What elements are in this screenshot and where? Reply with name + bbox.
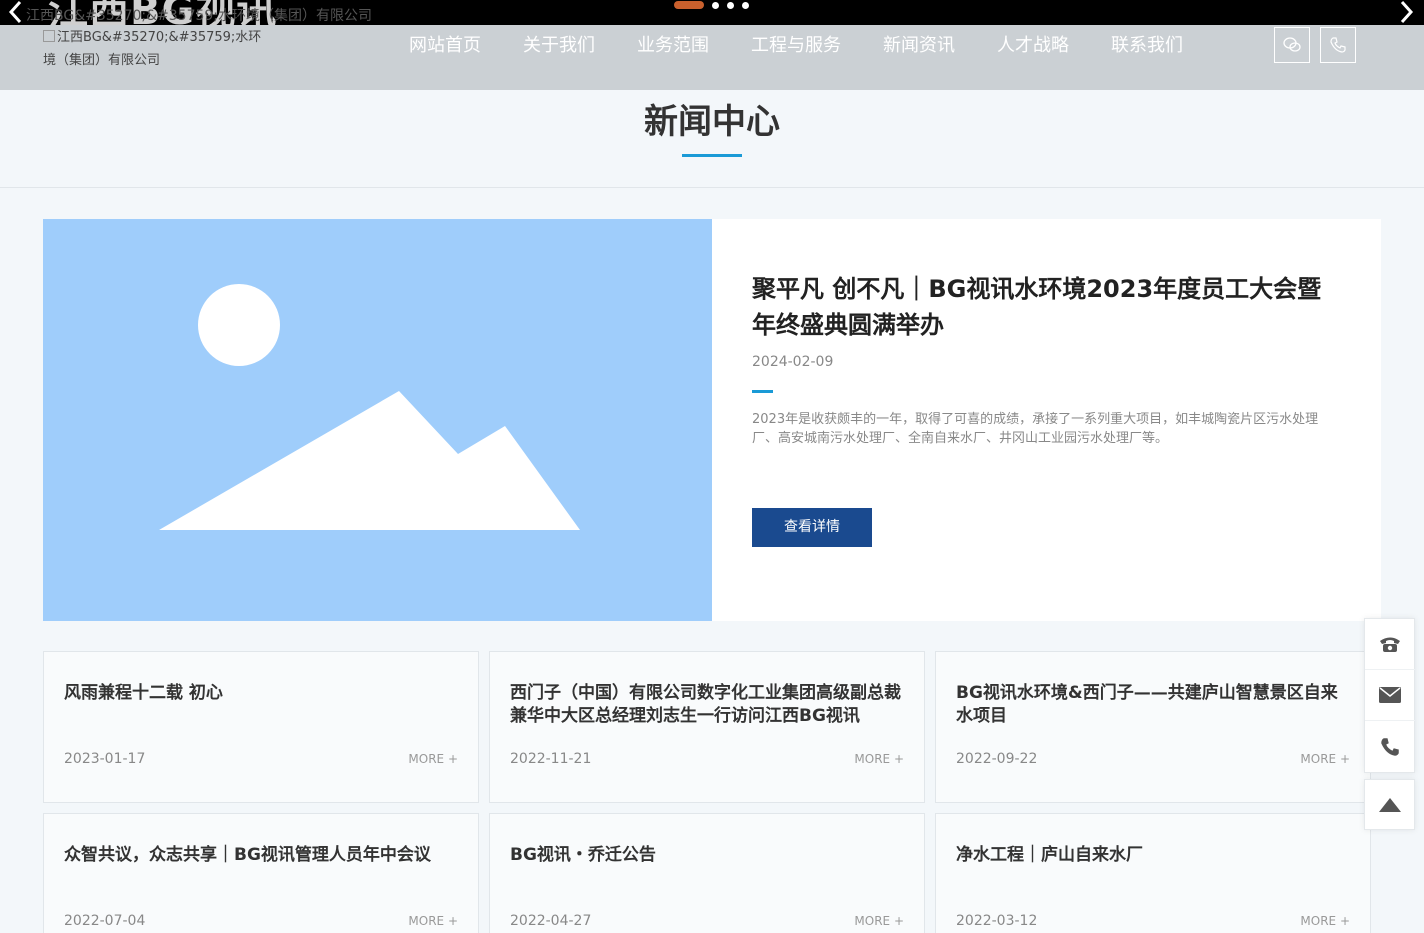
more-link[interactable]: MORE + bbox=[854, 752, 904, 766]
more-link[interactable]: MORE + bbox=[854, 914, 904, 928]
news-card[interactable]: 风雨兼程十二载 初心 2023-01-17 MORE + bbox=[43, 651, 479, 803]
news-title[interactable]: 众智共议，众志共享｜BG视讯管理人员年中会议 bbox=[64, 844, 460, 867]
featured-summary: 2023年是收获颇丰的一年，取得了可喜的成绩，承接了一系列重大项目，如丰城陶瓷片… bbox=[752, 412, 1319, 446]
more-link[interactable]: MORE + bbox=[408, 752, 458, 766]
slider-dot[interactable] bbox=[712, 1, 719, 9]
nav-item-news[interactable]: 新闻资讯 bbox=[862, 25, 976, 67]
news-title[interactable]: 风雨兼程十二载 初心 bbox=[64, 682, 460, 705]
chevron-right-icon[interactable] bbox=[1396, 0, 1418, 25]
news-card[interactable]: BG视讯水环境&西门子——共建庐山智慧景区自来水项目 2022-09-22 MO… bbox=[935, 651, 1371, 803]
nav-item-about[interactable]: 关于我们 bbox=[502, 25, 616, 67]
wechat-button[interactable] bbox=[1274, 27, 1310, 63]
phone-call-button[interactable] bbox=[1365, 721, 1415, 772]
news-title[interactable]: 净水工程｜庐山自来水厂 bbox=[956, 844, 1352, 867]
chevron-left-icon[interactable] bbox=[4, 0, 26, 25]
more-link[interactable]: MORE + bbox=[1300, 914, 1350, 928]
email-button[interactable] bbox=[1365, 670, 1415, 721]
floating-toolbar bbox=[1364, 618, 1415, 773]
title-underline bbox=[682, 154, 742, 157]
more-link[interactable]: MORE + bbox=[1300, 752, 1350, 766]
nav-item-home[interactable]: 网站首页 bbox=[388, 25, 502, 67]
nav-item-contact[interactable]: 联系我们 bbox=[1090, 25, 1204, 67]
telephone-icon bbox=[1380, 637, 1400, 652]
back-to-top-button[interactable] bbox=[1364, 779, 1415, 830]
phone-button[interactable] bbox=[1320, 27, 1356, 63]
news-title[interactable]: BG视讯水环境&西门子——共建庐山智慧景区自来水项目 bbox=[956, 682, 1352, 728]
news-date: 2023-01-17 bbox=[64, 751, 146, 767]
image-placeholder-icon[interactable] bbox=[43, 219, 712, 621]
nav-item-business[interactable]: 业务范围 bbox=[616, 25, 730, 67]
featured-date: 2024-02-09 bbox=[752, 354, 834, 370]
logo[interactable]: 江西BG&#35270;&#35759;水环境（集团）有限公司 bbox=[43, 26, 273, 72]
phone-icon bbox=[1330, 37, 1346, 53]
slider-dot[interactable] bbox=[742, 1, 749, 9]
envelope-icon bbox=[1379, 687, 1401, 703]
main-nav: 网站首页 关于我们 业务范围 工程与服务 新闻资讯 人才战略 联系我们 bbox=[388, 25, 1204, 67]
featured-article: 聚平凡 创不凡｜BG视讯水环境2023年度员工大会暨年终盛典圆满举办 2024-… bbox=[43, 219, 1381, 621]
hero-banner: 江西BG视讯 江西BG&#35270;&#35759;水环境（集团）有限公司 bbox=[0, 0, 1424, 25]
section-title: 新闻中心 bbox=[644, 102, 780, 142]
slider-dots bbox=[674, 1, 749, 9]
featured-divider bbox=[752, 390, 773, 393]
logo-alt-text: 江西BG&#35270;&#35759;水环境（集团）有限公司 bbox=[43, 30, 262, 68]
slider-dot[interactable] bbox=[727, 1, 734, 9]
view-details-button[interactable]: 查看详情 bbox=[752, 508, 872, 547]
news-date: 2022-11-21 bbox=[510, 751, 592, 767]
banner-subtitle: 江西BG&#35270;&#35759;水环境（集团）有限公司 bbox=[26, 8, 373, 24]
section-header: 新闻中心 bbox=[0, 90, 1424, 188]
arrow-up-icon bbox=[1378, 797, 1401, 812]
telephone-button[interactable] bbox=[1365, 619, 1415, 670]
news-date: 2022-04-27 bbox=[510, 913, 592, 929]
more-link[interactable]: MORE + bbox=[408, 914, 458, 928]
wechat-icon bbox=[1283, 37, 1301, 52]
news-date: 2022-07-04 bbox=[64, 913, 146, 929]
site-header: 江西BG&#35270;&#35759;水环境（集团）有限公司 网站首页 关于我… bbox=[0, 25, 1424, 90]
news-card[interactable]: 净水工程｜庐山自来水厂 2022-03-12 MORE + bbox=[935, 813, 1371, 933]
news-card[interactable]: 西门子（中国）有限公司数字化工业集团高级副总裁兼华中大区总经理刘志生一行访问江西… bbox=[489, 651, 925, 803]
slider-dot-active[interactable] bbox=[674, 1, 704, 9]
news-title[interactable]: BG视讯・乔迁公告 bbox=[510, 844, 906, 867]
broken-image-icon bbox=[43, 30, 55, 42]
news-title[interactable]: 西门子（中国）有限公司数字化工业集团高级副总裁兼华中大区总经理刘志生一行访问江西… bbox=[510, 682, 906, 728]
news-date: 2022-03-12 bbox=[956, 913, 1038, 929]
nav-item-talent[interactable]: 人才战略 bbox=[976, 25, 1090, 67]
featured-title[interactable]: 聚平凡 创不凡｜BG视讯水环境2023年度员工大会暨年终盛典圆满举办 bbox=[752, 271, 1342, 343]
nav-item-engineering[interactable]: 工程与服务 bbox=[730, 25, 862, 67]
news-card[interactable]: BG视讯・乔迁公告 2022-04-27 MORE + bbox=[489, 813, 925, 933]
news-date: 2022-09-22 bbox=[956, 751, 1038, 767]
news-card[interactable]: 众智共议，众志共享｜BG视讯管理人员年中会议 2022-07-04 MORE + bbox=[43, 813, 479, 933]
phone-icon bbox=[1381, 737, 1399, 756]
featured-body: 聚平凡 创不凡｜BG视讯水环境2023年度员工大会暨年终盛典圆满举办 2024-… bbox=[752, 219, 1342, 621]
